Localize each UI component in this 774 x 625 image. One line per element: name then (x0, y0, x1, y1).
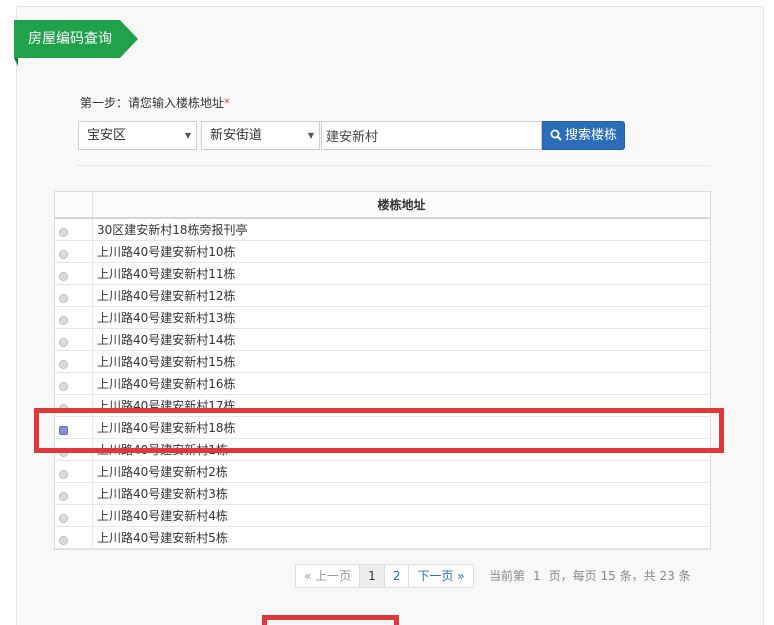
table-row[interactable]: 上川路40号建安新村10栋 (55, 241, 710, 263)
table-row[interactable]: 上川路40号建安新村12栋 (55, 285, 710, 307)
page-info-total-text: 条，共 (619, 569, 656, 583)
page-1-button[interactable]: 1 (359, 564, 385, 588)
table-row[interactable]: 上川路40号建安新村16栋 (55, 373, 710, 395)
table-row[interactable]: 上川路40号建安新村14栋 (55, 329, 710, 351)
row-address: 上川路40号建安新村4栋 (97, 509, 228, 523)
row-address: 30区建安新村18栋旁报刊亭 (97, 223, 248, 237)
table-row[interactable]: 上川路40号建安新村3栋 (55, 483, 710, 505)
page-title-tab: 房屋编码查询 (14, 20, 138, 58)
row-radio-cell (55, 219, 93, 240)
row-address: 上川路40号建安新村15栋 (97, 355, 236, 369)
table-row[interactable]: 上川路40号建安新村5栋 (55, 527, 710, 549)
district-select-value: 宝安区 (87, 128, 127, 143)
page-title: 房屋编码查询 (28, 31, 112, 47)
row-radio-cell (55, 329, 93, 350)
step-label: 第一步：请您输入楼栋地址* (80, 94, 230, 111)
total-count: 23 (659, 569, 675, 583)
row-radio-button[interactable] (59, 228, 68, 237)
row-radio-button[interactable] (59, 536, 68, 545)
row-address: 上川路40号建安新村5栋 (97, 531, 228, 545)
row-radio-cell (55, 461, 93, 482)
row-address: 上川路40号建安新村2栋 (97, 465, 228, 479)
table-row[interactable]: 上川路40号建安新村11栋 (55, 263, 710, 285)
next-page-button[interactable]: 下一页 » (408, 564, 474, 588)
street-select[interactable]: 新安街道 ▼ (201, 121, 320, 150)
prev-page-button[interactable]: « 上一页 (295, 564, 361, 588)
header-radio-cell (55, 192, 93, 217)
row-radio-cell (55, 483, 93, 504)
street-select-value: 新安街道 (210, 128, 263, 143)
table-body: 30区建安新村18栋旁报刊亭 上川路40号建安新村10栋 上川路40号建安新村11栋… (55, 219, 710, 549)
row-radio-button[interactable] (59, 338, 68, 347)
row-radio-cell (55, 505, 93, 526)
row-radio-cell (55, 527, 93, 548)
chevron-down-icon: ▼ (184, 131, 191, 140)
row-radio-button[interactable] (59, 382, 68, 391)
page-info-suffix: 条 (678, 569, 691, 583)
pagination: « 上一页 1 2 下一页 » (295, 564, 474, 588)
table-row[interactable]: 30区建安新村18栋旁报刊亭 (55, 219, 710, 241)
ribbon-fold (14, 58, 18, 66)
district-select[interactable]: 宝安区 ▼ (78, 121, 197, 150)
row-radio-button[interactable] (59, 272, 68, 281)
row-radio-cell (55, 351, 93, 372)
step-label-text: 第一步：请您输入楼栋地址 (80, 96, 225, 110)
page-info-prefix: 当前第 (489, 569, 526, 583)
row-radio-button[interactable] (59, 294, 68, 303)
row-radio-button[interactable] (59, 470, 68, 479)
per-page-count: 15 (600, 569, 616, 583)
page-2-button[interactable]: 2 (383, 564, 410, 588)
required-mark: * (224, 96, 231, 110)
current-page: 1 (533, 569, 541, 583)
table-header: 楼栋地址 (55, 192, 710, 219)
row-address: 上川路40号建安新村10栋 (97, 245, 236, 259)
row-radio-button[interactable] (59, 492, 68, 501)
highlight-box (34, 408, 724, 453)
row-radio-button[interactable] (59, 316, 68, 325)
row-radio-cell (55, 307, 93, 328)
row-address: 上川路40号建安新村3栋 (97, 487, 228, 501)
chevron-down-icon: ▼ (307, 131, 314, 140)
address-input[interactable] (321, 121, 542, 150)
page-info: 当前第 1 页，每页 15 条，共 23 条 (489, 567, 691, 584)
row-radio-button[interactable] (59, 360, 68, 369)
row-address: 上川路40号建安新村14栋 (97, 333, 236, 347)
row-radio-cell (55, 373, 93, 394)
highlight-box-bottom (262, 615, 399, 625)
row-radio-cell (55, 285, 93, 306)
table-row[interactable]: 上川路40号建安新村4栋 (55, 505, 710, 527)
row-address: 上川路40号建安新村13栋 (97, 311, 236, 325)
row-radio-button[interactable] (59, 514, 68, 523)
row-address: 上川路40号建安新村12栋 (97, 289, 236, 303)
search-button-label: 搜索楼栋 (564, 128, 617, 143)
row-address: 上川路40号建安新村11栋 (97, 267, 236, 281)
table-row[interactable]: 上川路40号建安新村15栋 (55, 351, 710, 373)
search-building-button[interactable]: 搜索楼栋 (542, 121, 625, 150)
row-radio-cell (55, 241, 93, 262)
row-address: 上川路40号建安新村16栋 (97, 377, 236, 391)
table-row[interactable]: 上川路40号建安新村13栋 (55, 307, 710, 329)
search-icon (550, 129, 562, 141)
header-address: 楼栋地址 (377, 198, 426, 212)
divider (76, 165, 710, 166)
row-radio-button[interactable] (59, 250, 68, 259)
table-row[interactable]: 上川路40号建安新村2栋 (55, 461, 710, 483)
page-info-per-page-text: 页，每页 (548, 569, 597, 583)
building-table: 楼栋地址 30区建安新村18栋旁报刊亭 上川路40号建安新村10栋 上川路40号建安… (54, 191, 711, 550)
row-radio-cell (55, 263, 93, 284)
